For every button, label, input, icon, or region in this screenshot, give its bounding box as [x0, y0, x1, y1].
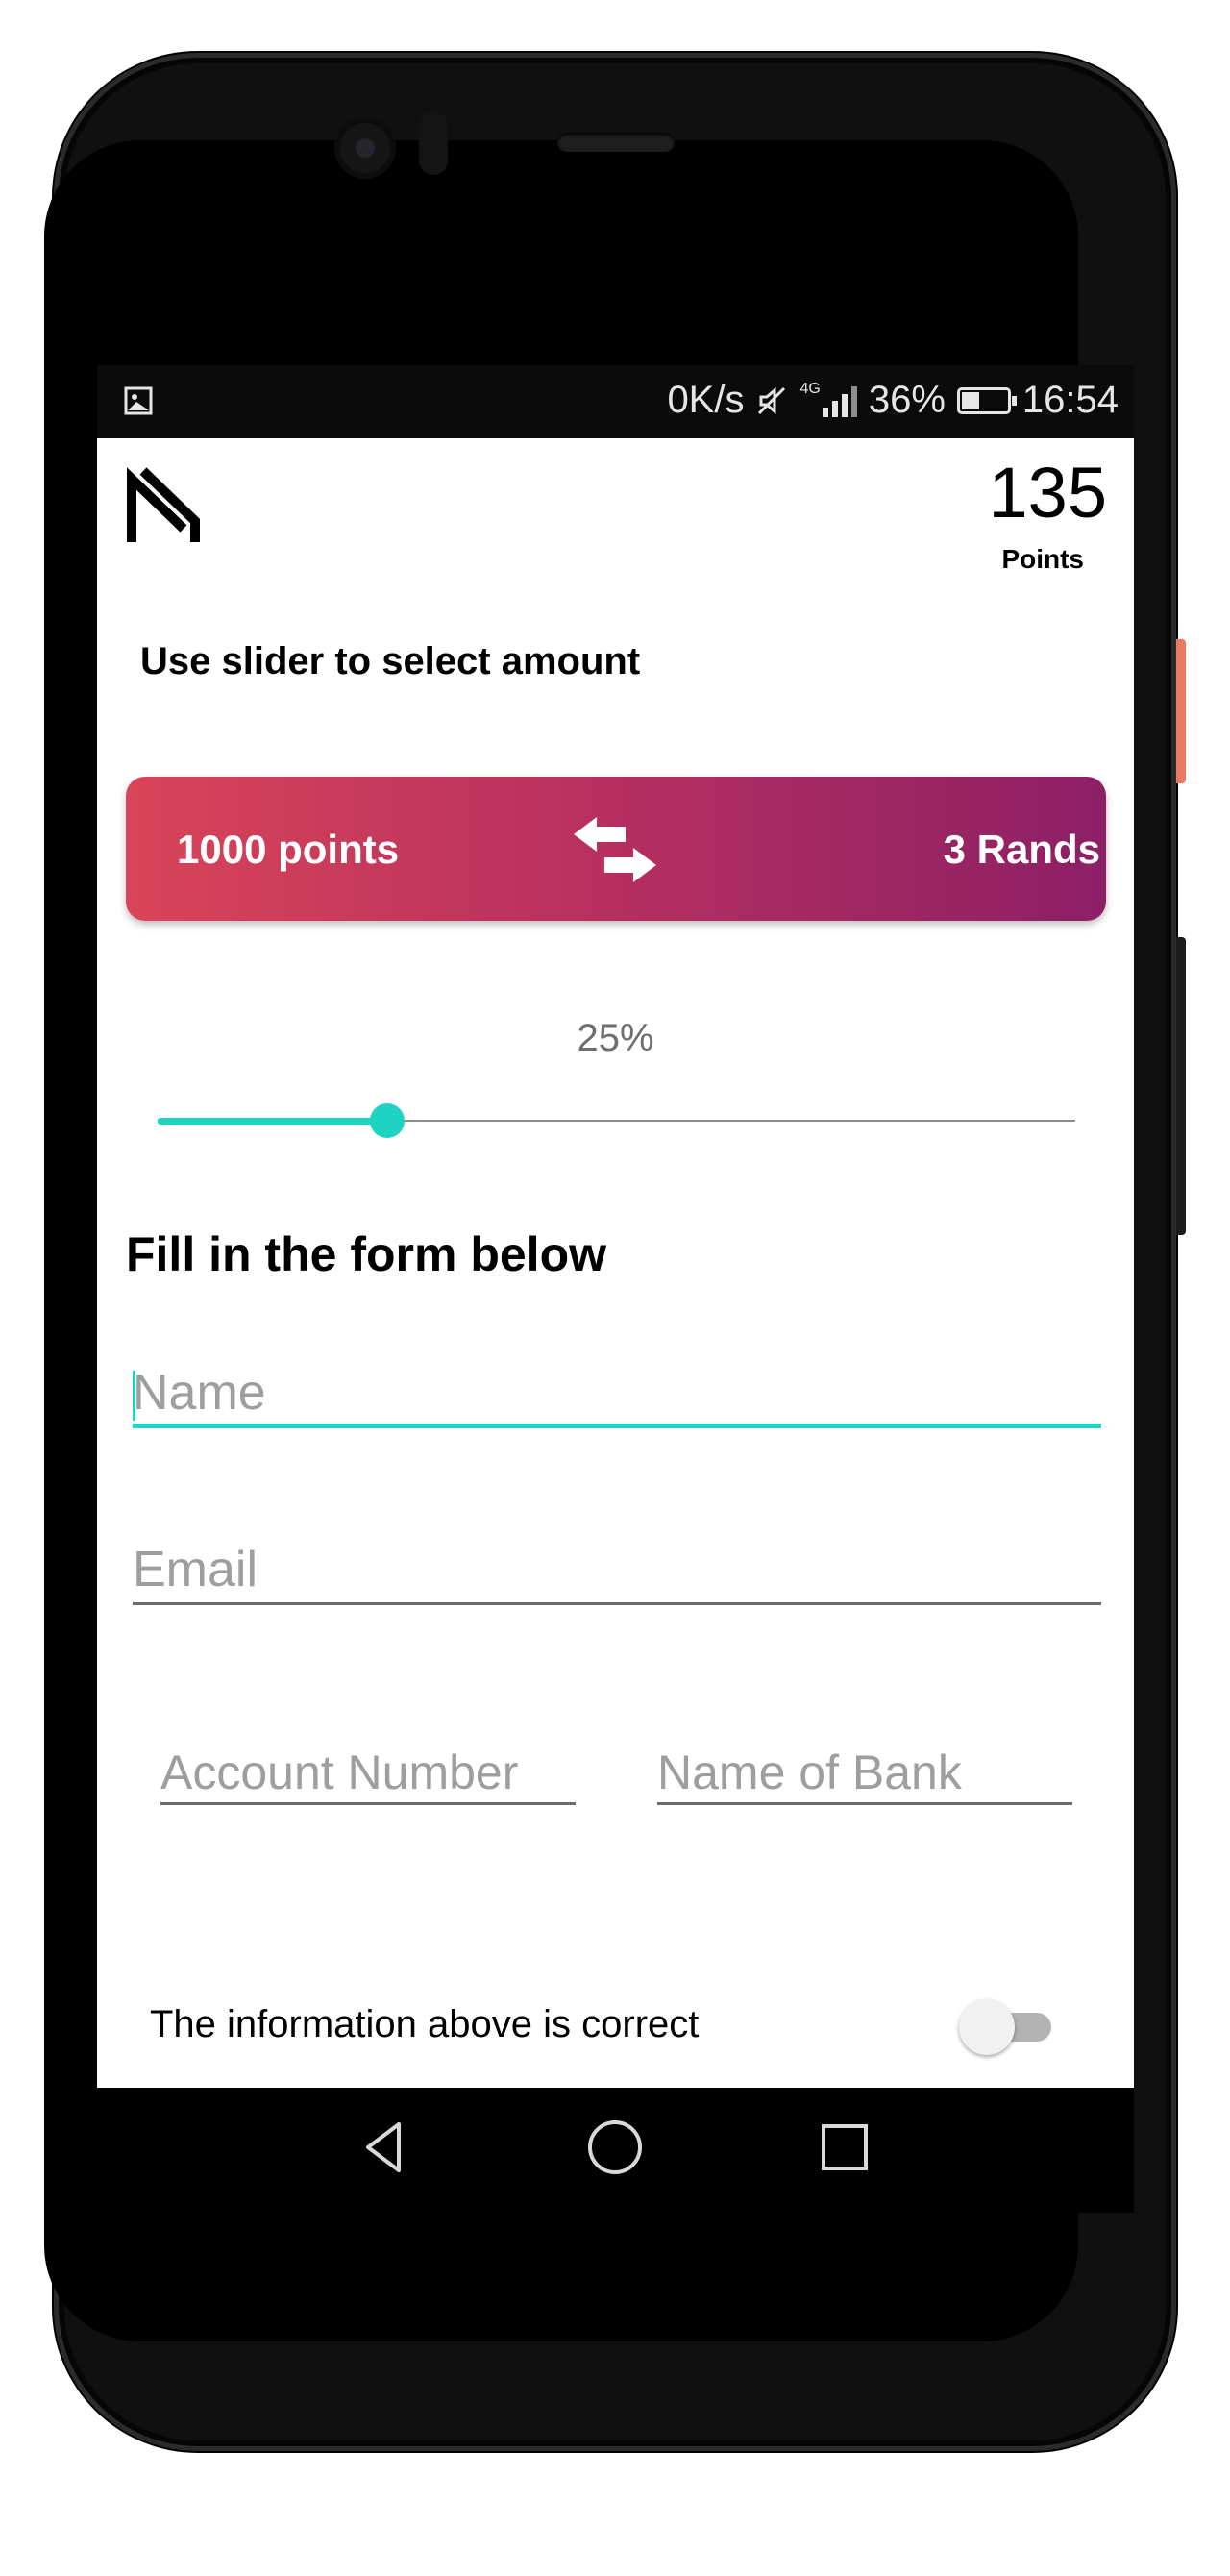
confirm-toggle[interactable]: [959, 1997, 1055, 2055]
slider-percent-label: 25%: [577, 1017, 654, 1059]
volume-button: [1176, 639, 1186, 783]
amount-slider[interactable]: [158, 1102, 1075, 1140]
earpiece-speaker: [557, 133, 675, 152]
slider-instruction: Use slider to select amount: [140, 640, 641, 682]
power-button: [1176, 937, 1186, 1235]
recents-icon[interactable]: [814, 2117, 875, 2178]
app-screen: 135 Points Use slider to select amount 1…: [97, 438, 1134, 2088]
clock: 16:54: [1021, 379, 1119, 421]
network-type: 4G: [800, 380, 821, 397]
signal-icon: [822, 384, 857, 417]
back-icon[interactable]: [353, 2117, 414, 2178]
points-balance: 135: [988, 453, 1107, 533]
points-label: Points: [1001, 544, 1084, 574]
bank-name-input[interactable]: [657, 1742, 1072, 1805]
exchange-rate-card: 1000 points 3 Rands: [126, 777, 1106, 921]
confirm-label: The information above is correct: [150, 2003, 700, 2045]
name-input[interactable]: [133, 1361, 1101, 1428]
status-bar: 0K/s 4G 36% 16:54: [97, 365, 1134, 438]
account-number-input[interactable]: [160, 1742, 576, 1805]
network-speed: 0K/s: [667, 379, 745, 421]
home-icon[interactable]: [584, 2117, 646, 2178]
swap-arrows-icon: [574, 817, 656, 882]
email-input[interactable]: [133, 1536, 1101, 1605]
toggle-thumb[interactable]: [959, 1999, 1015, 2055]
form-title: Fill in the form below: [126, 1227, 606, 1281]
slider-fill: [158, 1118, 387, 1125]
exchange-from: 1000 points: [177, 827, 400, 872]
status-indicators: 0K/s 4G 36% 16:54: [667, 379, 1119, 422]
brand-logo-icon: [127, 467, 200, 542]
slider-thumb[interactable]: [370, 1103, 405, 1138]
text-cursor: [133, 1371, 135, 1421]
exchange-to: 3 Rands: [943, 827, 1100, 872]
front-camera: [334, 117, 396, 179]
navigation-bar: [97, 2088, 1134, 2213]
mute-icon: [758, 386, 786, 414]
proximity-sensor: [419, 111, 448, 175]
battery-icon: [956, 386, 1017, 414]
gallery-notification-icon: [124, 386, 153, 415]
battery-percent: 36%: [868, 379, 946, 421]
